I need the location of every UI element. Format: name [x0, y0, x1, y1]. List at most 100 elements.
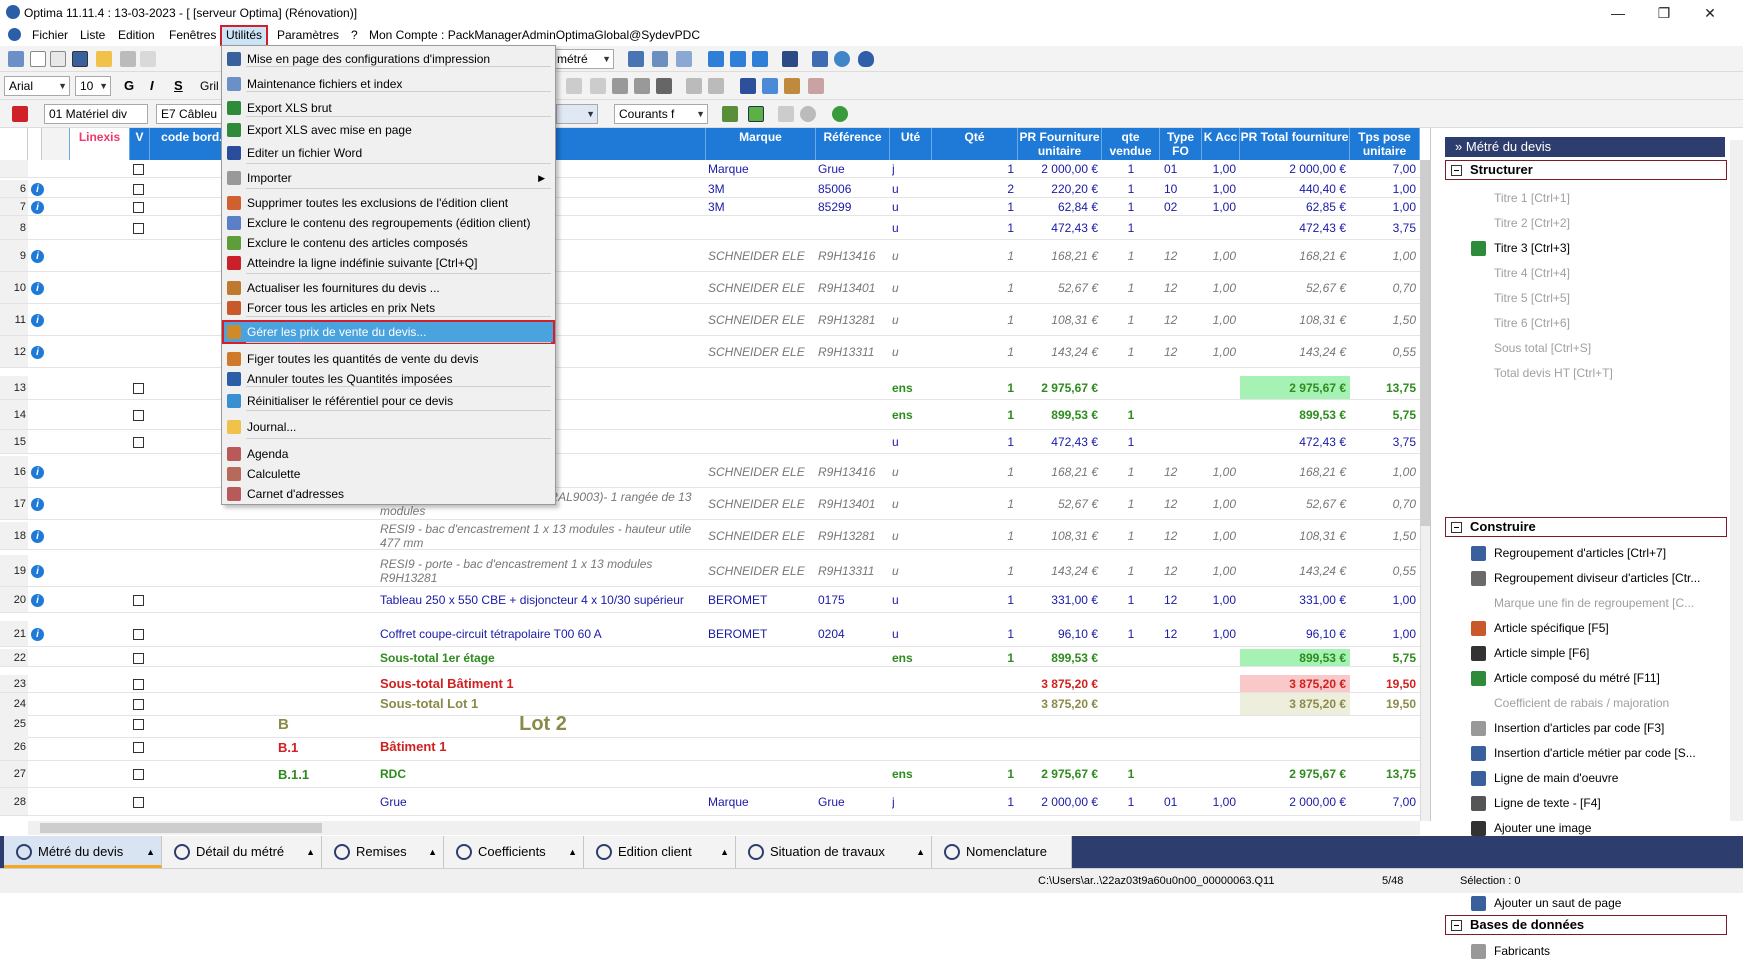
cell[interactable]: 899,53 €	[1240, 400, 1350, 429]
menu-item-11[interactable]: Forcer tous les articles en prix Nets	[224, 298, 553, 318]
cell[interactable]	[1164, 675, 1202, 692]
cell[interactable]: Grue	[818, 160, 890, 177]
panel-item[interactable]: Fabricants	[1494, 941, 1734, 961]
header-k-acc[interactable]: K Acc	[1202, 128, 1240, 160]
cell[interactable]: RESI9 - porte - bac d'encastrement 1 x 1…	[380, 555, 706, 586]
menu-item-19[interactable]: Carnet d'adresses	[224, 484, 553, 504]
cell[interactable]: 472,43 €	[1240, 216, 1350, 239]
cell[interactable]: R9H13416	[818, 456, 890, 487]
cell[interactable]	[1164, 430, 1202, 453]
page-icon[interactable]	[676, 51, 692, 67]
panel-item[interactable]: Titre 3 [Ctrl+3]	[1494, 238, 1734, 258]
cell[interactable]: 1	[932, 240, 1018, 271]
cell[interactable]: 1,00	[1202, 160, 1240, 177]
cell[interactable]: 19,50	[1350, 675, 1420, 692]
cell[interactable]: 331,00 €	[1018, 587, 1102, 612]
tab-situation[interactable]: Situation de travaux ▲	[736, 836, 932, 868]
cell[interactable]: 899,53 €	[1018, 400, 1102, 429]
grid-icon[interactable]	[628, 51, 644, 67]
row-checkbox[interactable]	[133, 652, 144, 664]
cell[interactable]: B.1.1	[278, 761, 338, 787]
cell[interactable]: 2 975,67 €	[1240, 761, 1350, 787]
cell[interactable]: 96,10 €	[1018, 621, 1102, 646]
cell[interactable]: 440,40 €	[1240, 180, 1350, 197]
table-row[interactable]: 14 ens 1 899,53 € 1 899,53 € 5,75	[0, 400, 1420, 430]
row-number[interactable]: 12	[0, 336, 28, 367]
tab-metre[interactable]: Métré du devis ▲	[4, 836, 162, 868]
cell[interactable]: SCHNEIDER ELE	[708, 304, 816, 335]
subcategory-combo[interactable]: E7 Câbleu	[156, 104, 222, 124]
row-checkbox[interactable]	[133, 594, 144, 606]
move-down-icon[interactable]	[730, 51, 746, 67]
align-center-icon[interactable]	[634, 78, 650, 94]
menu-item-7[interactable]: Exclure le contenu des regroupements (éd…	[224, 213, 553, 233]
header-type-fo[interactable]: Type FO	[1160, 128, 1202, 160]
cell[interactable]: SCHNEIDER ELE	[708, 336, 816, 367]
table-row[interactable]: 27 B.1.1 RDC ens 1 2 975,67 € 1 2 975,67 € 13,75	[0, 761, 1420, 788]
cell[interactable]: 220,20 €	[1018, 180, 1102, 197]
cell[interactable]: u	[892, 522, 932, 549]
cell[interactable]: 1,00	[1202, 240, 1240, 271]
cell[interactable]	[1202, 761, 1240, 787]
menu-item-16[interactable]: Journal...	[224, 417, 553, 437]
row-checkbox[interactable]	[133, 719, 144, 730]
row-number[interactable]: 9	[0, 240, 28, 271]
cell[interactable]	[1202, 734, 1240, 760]
row-number[interactable]: 17	[0, 488, 28, 519]
row-checkbox[interactable]	[133, 678, 144, 690]
panel-item[interactable]: Regroupement d'articles [Ctrl+7]	[1494, 543, 1734, 563]
info-icon[interactable]: i	[31, 564, 44, 578]
cell[interactable]: SCHNEIDER ELE	[708, 522, 816, 549]
tab-edition-client[interactable]: Edition client ▲	[584, 836, 736, 868]
menu-item-2[interactable]: Export XLS brut	[224, 98, 553, 118]
cell[interactable]: 1,00	[1202, 198, 1240, 215]
menu-item-17[interactable]: Agenda	[224, 444, 553, 464]
cell[interactable]	[708, 761, 816, 787]
table-row[interactable]: 26 B.1 Bâtiment 1	[0, 734, 1420, 761]
table-row[interactable]: 16imonophasé - 13SCHNEIDER ELER9H13416u1…	[0, 456, 1420, 488]
cell[interactable]: 1	[932, 272, 1018, 303]
cell[interactable]: 1,00	[1350, 198, 1420, 215]
green-refresh-icon[interactable]	[832, 106, 848, 122]
cell[interactable]: 1	[932, 198, 1018, 215]
cell[interactable]: 96,10 €	[1240, 621, 1350, 646]
cell[interactable]: 52,67 €	[1018, 488, 1102, 519]
settings-icon[interactable]	[8, 51, 24, 67]
info-icon[interactable]: i	[31, 465, 44, 479]
menu-liste[interactable]: Liste	[76, 27, 109, 45]
row-checkbox[interactable]	[133, 382, 144, 394]
menu-fenetres[interactable]: Fenêtres	[165, 27, 220, 45]
cell[interactable]: Bâtiment 1	[380, 734, 706, 760]
menu-item-5[interactable]: Importer ▶	[224, 168, 553, 188]
cell[interactable]: 1	[932, 788, 1018, 815]
info-icon[interactable]: i	[31, 345, 44, 359]
cell[interactable]: SCHNEIDER ELE	[708, 488, 816, 519]
cell[interactable]: 5,75	[1350, 400, 1420, 429]
panel-item[interactable]: Total devis HT [Ctrl+T]	[1494, 363, 1734, 383]
panel-item[interactable]: Ajouter un saut de page	[1494, 893, 1734, 913]
cell[interactable]	[1164, 216, 1202, 239]
cell[interactable]	[892, 734, 932, 760]
cell[interactable]: 1,00	[1202, 621, 1240, 646]
cell[interactable]: 1	[1102, 180, 1160, 197]
cell[interactable]: 1	[1102, 400, 1160, 429]
cell[interactable]: u	[892, 555, 932, 586]
panel-item[interactable]: Titre 4 [Ctrl+4]	[1494, 263, 1734, 283]
cell[interactable]: R9H13416	[818, 240, 890, 271]
cell[interactable]: 1,00	[1202, 336, 1240, 367]
cell[interactable]: Coffret coupe-circuit tétrapolaire T00 6…	[380, 621, 706, 646]
font-size-combo[interactable]: 10 ▼	[75, 76, 111, 96]
cell[interactable]: 1	[1102, 304, 1160, 335]
cell[interactable]: u	[892, 456, 932, 487]
cell[interactable]: 0,55	[1350, 555, 1420, 586]
menu-item-8[interactable]: Exclure le contenu des articles composés	[224, 233, 553, 253]
cell[interactable]: 01	[1164, 788, 1202, 815]
header-linexis[interactable]: Linexis	[70, 128, 130, 160]
cell[interactable]: 472,43 €	[1018, 216, 1102, 239]
tools-icon[interactable]	[782, 51, 798, 67]
cell[interactable]: R9H13281	[818, 522, 890, 549]
row-checkbox[interactable]	[133, 796, 144, 808]
cell[interactable]	[708, 430, 816, 453]
cell[interactable]: 1,00	[1350, 587, 1420, 612]
cell[interactable]	[1202, 430, 1240, 453]
